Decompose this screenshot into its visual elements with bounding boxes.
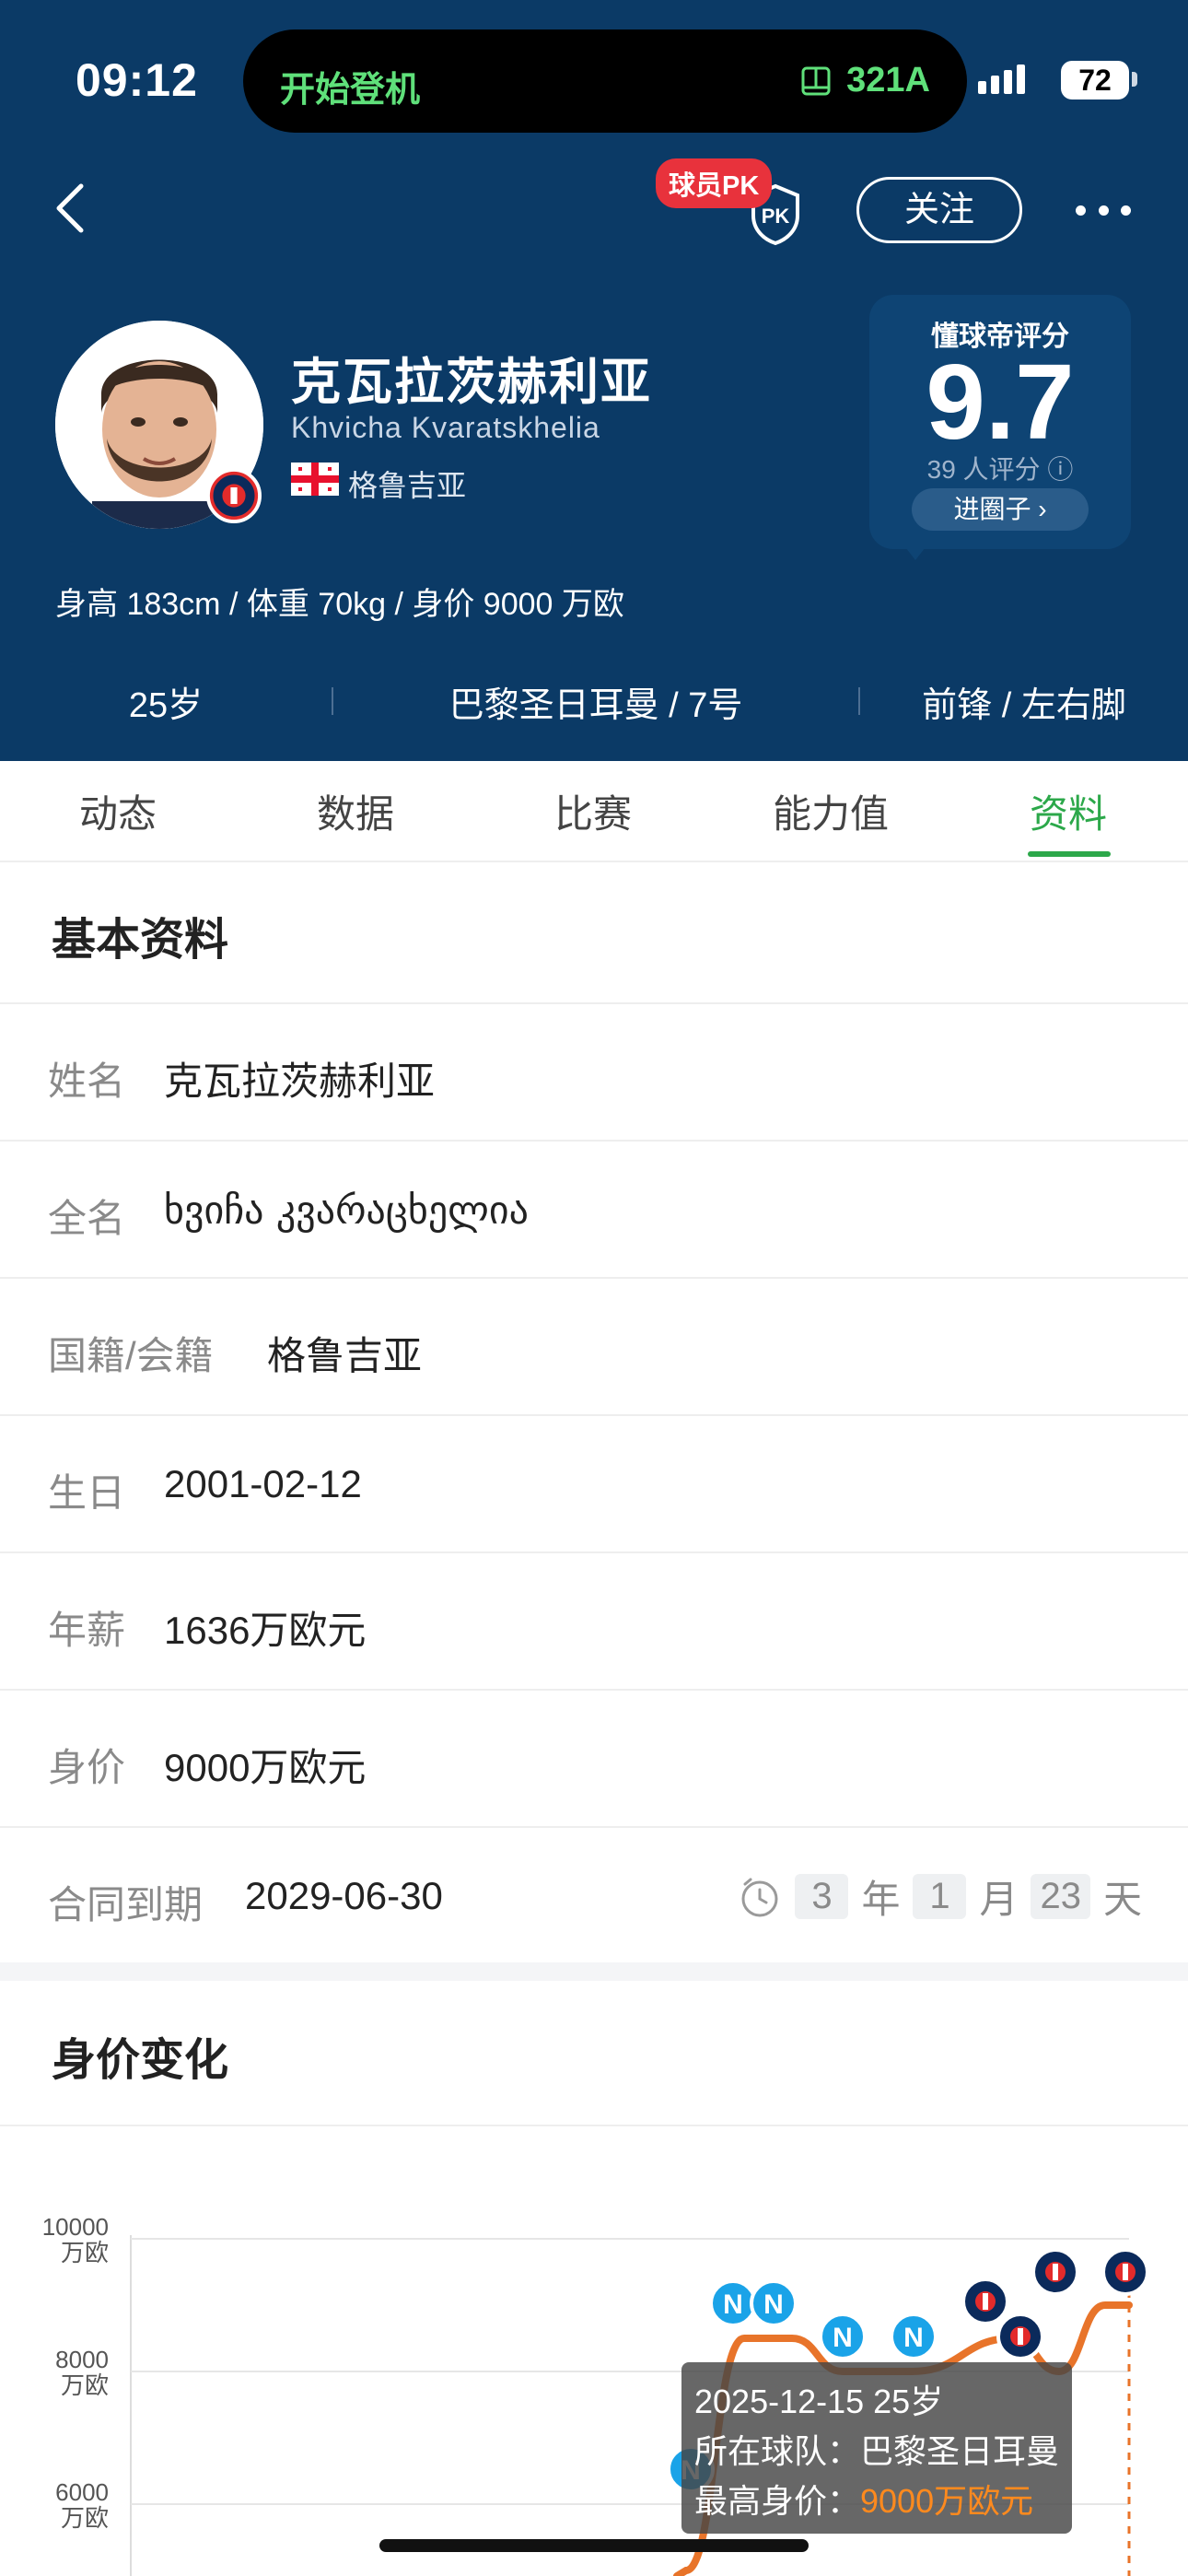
signal-icon bbox=[978, 64, 1025, 94]
row-label: 年薪 bbox=[48, 1609, 126, 1652]
countdown-months: 1 bbox=[913, 1874, 967, 1919]
y-tick-unit: 万欧 bbox=[61, 2371, 109, 2399]
row-value: 格鲁吉亚 bbox=[267, 1334, 423, 1377]
player-header: 09:12 开始登机 321A 72 PK 球员PK 关注 克瓦拉茨赫利亚 Kh… bbox=[0, 0, 1188, 761]
info-row-market-value: 身价 9000万欧元 bbox=[0, 1689, 1188, 1826]
psg-marker-icon[interactable] bbox=[1031, 2248, 1079, 2296]
row-label: 国籍/会籍 bbox=[48, 1334, 214, 1377]
gate-icon bbox=[801, 66, 831, 95]
info-row-fullname: 全名 ხვიჩა კვარაცხელია bbox=[0, 1140, 1188, 1277]
countdown-year-unit: 年 bbox=[861, 1878, 901, 1921]
countdown-month-unit: 月 bbox=[979, 1878, 1019, 1921]
player-age: 25岁 bbox=[128, 685, 204, 725]
napoli-marker-icon[interactable]: N bbox=[709, 2279, 757, 2327]
rating-score: 9.7 bbox=[926, 342, 1075, 462]
info-strip: 25岁 巴黎圣日耳曼 / 7号 前锋 / 左右脚 bbox=[0, 669, 1188, 733]
georgia-flag-icon bbox=[291, 463, 339, 496]
team-number[interactable]: 巴黎圣日耳曼 / 7号 bbox=[333, 676, 858, 727]
countdown-years: 3 bbox=[795, 1874, 849, 1919]
rating-count: 39 人评分 ⓘ bbox=[926, 455, 1074, 484]
row-label: 全名 bbox=[48, 1197, 126, 1240]
gate-number: 321A bbox=[846, 61, 930, 100]
dynamic-island[interactable]: 开始登机 321A bbox=[243, 29, 967, 133]
body-stats: 身高 183cm / 体重 70kg / 身价 9000 万欧 bbox=[55, 587, 624, 622]
info-row-name: 姓名 克瓦拉茨赫利亚 bbox=[0, 1002, 1188, 1140]
info-icon[interactable]: ⓘ bbox=[1047, 455, 1073, 484]
info-row-salary: 年薪 1636万欧元 bbox=[0, 1551, 1188, 1689]
pk-badge: 球员PK bbox=[656, 158, 773, 208]
active-tab-indicator bbox=[1028, 851, 1111, 857]
row-value: 9000万欧元 bbox=[164, 1746, 367, 1789]
tooltip-team: 所在球队：巴黎圣日耳曼 bbox=[694, 2432, 1060, 2470]
rating-card-tail bbox=[903, 544, 928, 560]
gate-info: 321A bbox=[798, 61, 930, 100]
svg-text:N: N bbox=[833, 2323, 853, 2353]
row-label: 身价 bbox=[48, 1746, 126, 1789]
tooltip-date-age: 2025-12-15 25岁 bbox=[694, 2383, 944, 2420]
psg-club-icon bbox=[206, 468, 262, 523]
back-icon[interactable] bbox=[46, 181, 101, 236]
player-pk-button[interactable]: PK 球员PK bbox=[656, 158, 812, 251]
row-label: 姓名 bbox=[48, 1060, 126, 1103]
tooltip-max-value: 最高身价：9000万欧元 bbox=[694, 2482, 1034, 2520]
contract-countdown: 3 年 1 月 23 天 bbox=[738, 1868, 1142, 1925]
svg-text:N: N bbox=[763, 2289, 784, 2320]
row-value: 2029-06-30 bbox=[245, 1874, 443, 1917]
tab-stats[interactable]: 数据 bbox=[263, 783, 448, 839]
row-value: 2001-02-12 bbox=[164, 1462, 362, 1505]
y-tick-label: 8000 bbox=[55, 2346, 109, 2373]
home-indicator bbox=[379, 2539, 809, 2552]
battery-icon: 72 bbox=[1061, 61, 1129, 100]
psg-marker-icon[interactable] bbox=[996, 2313, 1044, 2360]
napoli-marker-icon[interactable]: N bbox=[890, 2313, 938, 2360]
tab-matches[interactable]: 比赛 bbox=[501, 783, 685, 839]
info-row-birthday: 生日 2001-02-12 bbox=[0, 1414, 1188, 1551]
row-value: 克瓦拉茨赫利亚 bbox=[164, 1060, 436, 1103]
tab-bar: 动态 数据 比赛 能力值 资料 bbox=[0, 761, 1188, 862]
pk-shield-label: PK bbox=[762, 205, 790, 228]
clock-icon bbox=[741, 1878, 778, 1916]
position-foot: 前锋 / 左右脚 bbox=[922, 685, 1126, 725]
section-divider bbox=[0, 1962, 1188, 1981]
row-value: 1636万欧元 bbox=[164, 1609, 367, 1652]
napoli-marker-icon[interactable]: N bbox=[819, 2313, 867, 2360]
tab-profile[interactable]: 资料 bbox=[976, 783, 1160, 839]
countdown-days: 23 bbox=[1031, 1874, 1090, 1919]
napoli-marker-icon[interactable]: N bbox=[750, 2279, 798, 2327]
join-circle-button[interactable]: 进圈子 › bbox=[912, 488, 1089, 531]
y-tick-label: 10000 bbox=[42, 2213, 109, 2241]
player-name-cn: 克瓦拉茨赫利亚 bbox=[291, 355, 652, 410]
psg-marker-icon[interactable] bbox=[961, 2277, 1009, 2325]
info-row-contract: 合同到期 2029-06-30 3 年 1 月 23 天 bbox=[0, 1826, 1188, 1963]
boarding-label: 开始登机 bbox=[280, 71, 421, 110]
y-tick-label: 6000 bbox=[55, 2478, 109, 2506]
basic-info-title: 基本资料 bbox=[52, 916, 229, 965]
row-label: 生日 bbox=[48, 1471, 126, 1515]
tab-ability[interactable]: 能力值 bbox=[739, 783, 923, 839]
y-tick-unit: 万欧 bbox=[61, 2504, 109, 2532]
value-change-title: 身价变化 bbox=[52, 2036, 229, 2085]
countdown-day-unit: 天 bbox=[1102, 1878, 1142, 1921]
row-value: ხვიჩა კვარაცხელია bbox=[164, 1188, 529, 1233]
psg-marker-icon[interactable] bbox=[1101, 2248, 1149, 2296]
tab-news[interactable]: 动态 bbox=[26, 783, 210, 839]
svg-text:N: N bbox=[723, 2289, 743, 2320]
battery-nub bbox=[1132, 72, 1137, 87]
more-options-icon[interactable] bbox=[1076, 188, 1131, 232]
info-row-nationality: 国籍/会籍 格鲁吉亚 bbox=[0, 1277, 1188, 1414]
chart-tooltip: 2025-12-15 25岁 所在球队：巴黎圣日耳曼 最高身价：9000万欧元 bbox=[681, 2362, 1072, 2534]
svg-text:N: N bbox=[903, 2323, 924, 2353]
status-time: 09:12 bbox=[76, 54, 198, 106]
player-nationality: 格鲁吉亚 bbox=[348, 469, 467, 502]
player-name-en: Khvicha Kvaratskhelia bbox=[291, 411, 600, 444]
y-tick-unit: 万欧 bbox=[61, 2239, 109, 2266]
follow-button[interactable]: 关注 bbox=[856, 177, 1022, 243]
row-label: 合同到期 bbox=[48, 1883, 204, 1926]
rating-card[interactable]: 懂球帝评分 9.7 39 人评分 ⓘ 进圈子 › bbox=[869, 295, 1131, 549]
